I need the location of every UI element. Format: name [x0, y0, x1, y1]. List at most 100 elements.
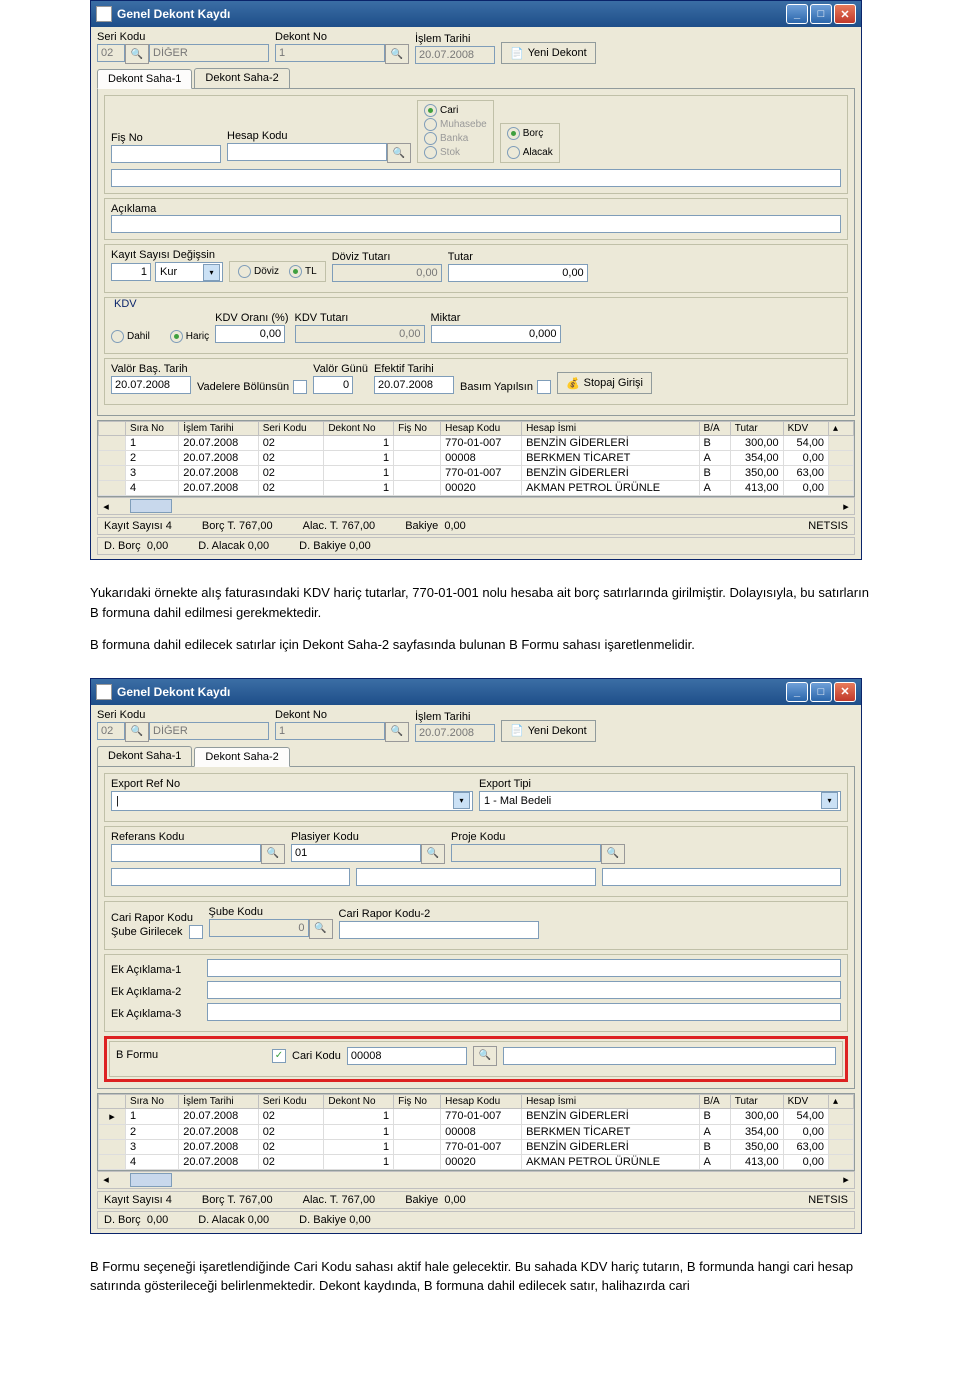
cari-kodu-picker-icon[interactable]: 🔍	[473, 1046, 497, 1066]
cari-kodu-input[interactable]	[347, 1047, 467, 1065]
col-isim[interactable]: Hesap İsmi	[522, 1094, 699, 1108]
col-tutar[interactable]: Tutar	[730, 422, 783, 436]
col-hesap[interactable]: Hesap Kodu	[441, 422, 522, 436]
dekont-no-input[interactable]	[275, 44, 385, 62]
tutar-input[interactable]	[448, 264, 588, 282]
referans-picker-icon[interactable]: 🔍	[261, 844, 285, 864]
radio-doviz[interactable]	[238, 265, 251, 278]
maximize-button-2[interactable]: □	[810, 682, 832, 702]
dekont-no-picker-icon[interactable]: 🔍	[385, 44, 409, 64]
scroll-thumb-2[interactable]	[130, 1173, 172, 1187]
radio-banka[interactable]	[424, 132, 437, 145]
col-fis[interactable]: Fiş No	[394, 1094, 441, 1108]
efektif-tarihi-input[interactable]	[374, 376, 454, 394]
vadelere-bolunsun-checkbox[interactable]	[293, 380, 307, 394]
col-seri[interactable]: Seri Kodu	[258, 422, 324, 436]
tab-dekont-saha-2[interactable]: Dekont Saha-2	[194, 68, 289, 88]
col-tarih[interactable]: İşlem Tarihi	[179, 1094, 258, 1108]
yeni-dekont-button-2[interactable]: 📄 Yeni Dekont	[501, 720, 596, 742]
close-button-2[interactable]: ✕	[834, 682, 856, 702]
tab-dekont-saha-1[interactable]: Dekont Saha-1	[97, 69, 192, 89]
islem-tarihi-input[interactable]	[415, 46, 495, 64]
basim-yapilsin-checkbox[interactable]	[537, 380, 551, 394]
col-tutar[interactable]: Tutar	[730, 1094, 783, 1108]
scroll-left-icon[interactable]: ◂	[98, 500, 114, 513]
table-row[interactable]: 320.07.2008021770-01-007BENZİN GİDERLERİ…	[99, 1139, 854, 1154]
tab-dekont-saha-2-w2[interactable]: Dekont Saha-2	[194, 747, 289, 767]
dekont-picker-2-icon[interactable]: 🔍	[385, 722, 409, 742]
fis-no-input[interactable]	[111, 145, 221, 163]
valor-gunu-input[interactable]	[313, 376, 353, 394]
col-kdv[interactable]: KDV	[783, 1094, 828, 1108]
bformu-checkbox[interactable]: ✓	[272, 1049, 286, 1063]
maximize-button[interactable]: □	[810, 4, 832, 24]
table-row[interactable]: 420.07.200802100020AKMAN PETROL ÜRÜNLEA4…	[99, 1154, 854, 1169]
col-ba[interactable]: B/A	[699, 1094, 730, 1108]
referans-input[interactable]	[111, 844, 261, 862]
table-row[interactable]: 220.07.200802100008BERKMEN TİCARETA354,0…	[99, 1124, 854, 1139]
export-ref-select[interactable]: |▾	[111, 791, 473, 811]
table-row[interactable]: 420.07.200802100020AKMAN PETROL ÜRÜNLEA4…	[99, 481, 854, 496]
islem-tarihi-input-2[interactable]	[415, 724, 495, 742]
seri-kodu-picker-icon[interactable]: 🔍	[125, 44, 149, 64]
col-kdv[interactable]: KDV	[783, 422, 828, 436]
stopaj-girisi-button[interactable]: 💰 Stopaj Girişi	[557, 372, 652, 394]
col-seri[interactable]: Seri Kodu	[258, 1094, 324, 1108]
col-dekont[interactable]: Dekont No	[324, 1094, 394, 1108]
ek2-input[interactable]	[207, 981, 841, 999]
radio-tl[interactable]	[289, 265, 302, 278]
vertical-scrollbar[interactable]: ▴	[829, 1094, 854, 1108]
radio-dahil[interactable]	[111, 330, 124, 343]
col-dekont[interactable]: Dekont No	[324, 422, 394, 436]
miktar-input[interactable]	[431, 325, 561, 343]
kayit-sayisi-input[interactable]	[111, 263, 151, 281]
col-ba[interactable]: B/A	[699, 422, 730, 436]
radio-stok[interactable]	[424, 146, 437, 159]
col-sira[interactable]: Sıra No	[126, 1094, 179, 1108]
tab-dekont-saha-1-w2[interactable]: Dekont Saha-1	[97, 746, 192, 766]
valor-bas-input[interactable]	[111, 376, 191, 394]
horizontal-scrollbar-2[interactable]: ◂ ▸	[97, 1171, 855, 1189]
minimize-button-2[interactable]: _	[786, 682, 808, 702]
vertical-scrollbar[interactable]: ▴	[829, 422, 854, 436]
radio-alacak[interactable]	[507, 146, 520, 159]
cari-rapor2-input[interactable]	[339, 921, 539, 939]
dekont-no-input-2[interactable]	[275, 722, 385, 740]
plasiyer-input[interactable]	[291, 844, 421, 862]
close-button[interactable]: ✕	[834, 4, 856, 24]
radio-muhasebe[interactable]	[424, 118, 437, 131]
kur-select[interactable]: Kur▾	[155, 262, 223, 282]
radio-borc[interactable]	[507, 127, 520, 140]
sube-girilecek-checkbox[interactable]	[189, 925, 203, 939]
titlebar-2[interactable]: Genel Dekont Kaydı _ □ ✕	[91, 679, 861, 705]
scroll-right-icon[interactable]: ▸	[838, 500, 854, 513]
radio-cari[interactable]	[424, 104, 437, 117]
titlebar[interactable]: Genel Dekont Kaydı _ □ ✕	[91, 1, 861, 27]
kdv-orani-input[interactable]	[215, 325, 285, 343]
scroll-left-icon-2[interactable]: ◂	[98, 1173, 114, 1186]
radio-haric[interactable]	[170, 330, 183, 343]
aciklama-input[interactable]	[111, 215, 841, 233]
seri-kodu-input[interactable]	[97, 44, 125, 62]
ek3-input[interactable]	[207, 1003, 841, 1021]
horizontal-scrollbar[interactable]: ◂ ▸	[97, 497, 855, 515]
table-row[interactable]: 220.07.200802100008BERKMEN TİCARETA354,0…	[99, 451, 854, 466]
hesap-kodu-picker-icon[interactable]: 🔍	[387, 143, 411, 163]
table-row[interactable]: 120.07.2008021770-01-007BENZİN GİDERLERİ…	[99, 436, 854, 451]
col-hesap[interactable]: Hesap Kodu	[441, 1094, 522, 1108]
col-isim[interactable]: Hesap İsmi	[522, 422, 699, 436]
scroll-right-icon-2[interactable]: ▸	[838, 1173, 854, 1186]
ek1-input[interactable]	[207, 959, 841, 977]
table-row[interactable]: 320.07.2008021770-01-007BENZİN GİDERLERİ…	[99, 466, 854, 481]
plasiyer-picker-icon[interactable]: 🔍	[421, 844, 445, 864]
table-row[interactable]: ▸120.07.2008021770-01-007BENZİN GİDERLER…	[99, 1108, 854, 1124]
export-tipi-select[interactable]: 1 - Mal Bedeli▾	[479, 791, 841, 811]
col-sira[interactable]: Sıra No	[126, 422, 179, 436]
col-tarih[interactable]: İşlem Tarihi	[179, 422, 258, 436]
scroll-thumb[interactable]	[130, 499, 172, 513]
seri-kodu-input-2[interactable]	[97, 722, 125, 740]
yeni-dekont-button[interactable]: 📄 Yeni Dekont	[501, 42, 596, 64]
seri-picker-2-icon[interactable]: 🔍	[125, 722, 149, 742]
col-fis[interactable]: Fiş No	[394, 422, 441, 436]
minimize-button[interactable]: _	[786, 4, 808, 24]
